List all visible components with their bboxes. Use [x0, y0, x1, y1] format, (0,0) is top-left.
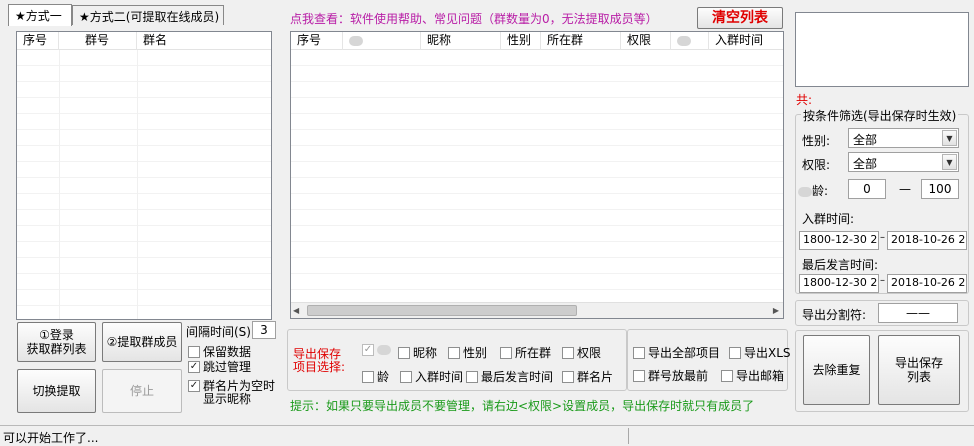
col-group[interactable]: 所在群 [541, 32, 621, 50]
last-speak-label: 最后发言时间: [802, 258, 879, 272]
dedupe-button[interactable]: 去除重复 [803, 335, 870, 405]
join-range-dash: – [880, 232, 885, 243]
skip-admin-label: 跳过管理 [203, 360, 252, 374]
nickname-checkbox[interactable]: 昵称 [398, 344, 437, 361]
group-list-rows [17, 50, 271, 319]
col-role[interactable]: 权限 [621, 32, 671, 50]
split-label: 导出分割符: [802, 308, 867, 322]
col-nickname[interactable]: 昵称 [421, 32, 501, 50]
col-qq[interactable] [343, 32, 421, 50]
chevron-down-icon[interactable]: ▼ [942, 130, 957, 146]
extract-members-button[interactable]: ②提取群成员 [102, 322, 182, 362]
status-bar: 可以开始工作了... [0, 425, 974, 445]
option-label: 昵称 [413, 346, 438, 360]
option-label: 龄 [377, 370, 390, 384]
filter-title: 按条件筛选(导出保存时生效) [801, 107, 959, 124]
option-label: 性别 [463, 346, 488, 360]
age-to-input[interactable]: 100 [921, 179, 959, 199]
chevron-down-icon[interactable]: ▼ [942, 154, 957, 170]
show-nick-label: 群名片为空时 显示昵称 [203, 379, 276, 406]
col-age[interactable] [671, 32, 709, 50]
option-label: 导出邮箱 [736, 369, 785, 383]
role-select[interactable]: 全部 ▼ [848, 152, 959, 172]
group-list[interactable]: 序号 群号 群名 [16, 31, 272, 320]
export-all-checkbox[interactable]: 导出全部项目 [633, 344, 720, 361]
export-xls-checkbox[interactable]: 导出XLS [729, 344, 791, 361]
member-list-rows [291, 50, 783, 302]
blurred-text [677, 35, 691, 46]
split-input[interactable]: —— [878, 303, 958, 323]
export-select-label: 导出保存 项目选择: [293, 347, 346, 374]
col-group-id[interactable]: 群号 [79, 32, 137, 50]
status-divider [628, 428, 629, 444]
option-label: 所在群 [515, 346, 552, 360]
qq-checkbox[interactable]: ✓ [362, 344, 391, 356]
option-label: 群号放最前 [648, 369, 709, 383]
blurred-text [798, 186, 812, 197]
skip-admin-checkbox[interactable]: ✓ 跳过管理 [188, 358, 251, 375]
group-first-checkbox[interactable]: 群号放最前 [633, 367, 708, 384]
gender-value: 全部 [853, 133, 878, 147]
card-name-checkbox[interactable]: 群名片 [562, 368, 613, 385]
total-label: 共: [796, 93, 813, 107]
join-to-input[interactable]: 2018-10-26 23 [887, 231, 967, 250]
horizontal-scrollbar[interactable]: ◀ ▶ [291, 302, 783, 318]
age-dash: — [899, 182, 911, 196]
export-save-button[interactable]: 导出保存 列表 [878, 335, 960, 405]
gender-select[interactable]: 全部 ▼ [848, 128, 959, 148]
col-join-time[interactable]: 入群时间 [709, 32, 785, 50]
stop-button[interactable]: 停止 [102, 369, 182, 413]
last-range-dash: – [880, 275, 885, 286]
option-label: 导出XLS [744, 346, 791, 360]
role-label: 权限: [802, 158, 831, 172]
gender-checkbox[interactable]: 性别 [448, 344, 487, 361]
role-checkbox[interactable]: 权限 [562, 344, 601, 361]
join-from-input[interactable]: 1800-12-30 23 [799, 231, 879, 250]
member-list[interactable]: 序号 昵称 性别 所在群 权限 入群时间 ◀ ▶ [290, 31, 784, 319]
last-to-input[interactable]: 2018-10-26 23 [887, 274, 967, 293]
age-from-input[interactable]: 0 [848, 179, 886, 199]
clear-list-button[interactable]: 清空列表 [697, 7, 783, 29]
last-from-input[interactable]: 1800-12-30 23 [799, 274, 879, 293]
age-label: 龄: [798, 182, 828, 199]
col-index[interactable]: 序号 [17, 32, 59, 50]
status-text: 可以开始工作了... [3, 431, 99, 445]
scroll-left-icon[interactable]: ◀ [293, 306, 299, 315]
col-index[interactable]: 序号 [291, 32, 343, 50]
blurred-text [349, 35, 363, 46]
gender-label: 性别: [802, 134, 831, 148]
blurred-text [377, 345, 391, 355]
tab-method-2[interactable]: ★方式二(可提取在线成员) [72, 5, 224, 25]
help-link[interactable]: 点我查看：软件使用帮助、常见问题（群数量为0，无法提取成员等） [290, 10, 658, 27]
option-label: 导出全部项目 [648, 346, 721, 360]
scrollbar-thumb[interactable] [307, 305, 577, 316]
option-label: 最后发言时间 [481, 370, 554, 384]
tip-text: 提示：如果只要导出成员不要管理，请右边<权限>设置成员，导出保存时就只有成员了 [290, 399, 755, 413]
join-time-checkbox[interactable]: 入群时间 [400, 368, 463, 385]
group-list-header: 序号 群号 群名 [17, 32, 271, 50]
interval-input[interactable]: 3 [252, 321, 276, 339]
col-group-name[interactable]: 群名 [137, 32, 271, 50]
last-speak-checkbox[interactable]: 最后发言时间 [466, 368, 553, 385]
member-list-header: 序号 昵称 性别 所在群 权限 入群时间 [291, 32, 783, 50]
switch-extract-button[interactable]: 切换提取 [17, 369, 96, 413]
export-email-checkbox[interactable]: 导出邮箱 [721, 367, 784, 384]
interval-label: 间隔时间(S) [186, 325, 251, 339]
option-label: 入群时间 [415, 370, 464, 384]
age-checkbox[interactable]: 龄 [362, 368, 389, 385]
total-display-box [795, 12, 969, 87]
scroll-right-icon[interactable]: ▶ [773, 306, 779, 315]
role-value: 全部 [853, 157, 878, 171]
login-fetch-groups-button[interactable]: ①登录 获取群列表 [17, 322, 96, 362]
option-label: 权限 [577, 346, 602, 360]
group-checkbox[interactable]: 所在群 [500, 344, 551, 361]
col-gender[interactable]: 性别 [501, 32, 541, 50]
option-label: 群名片 [577, 370, 614, 384]
join-time-label: 入群时间: [802, 212, 855, 226]
tab-method-1[interactable]: ★方式一 [8, 4, 72, 26]
show-nick-checkbox[interactable]: ✓ 群名片为空时 显示昵称 [188, 380, 275, 406]
